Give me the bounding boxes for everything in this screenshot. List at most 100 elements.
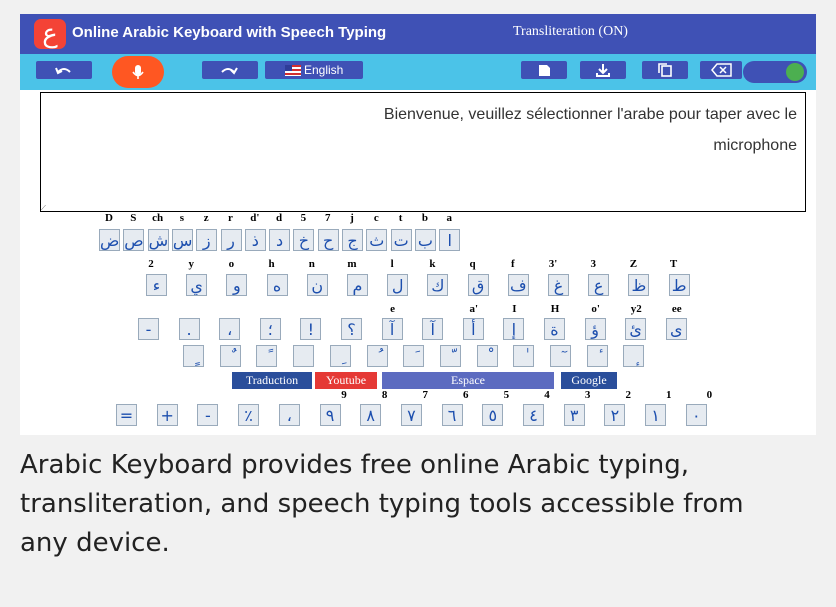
keyboard-key[interactable]: ٓ xyxy=(550,345,571,367)
youtube-button[interactable]: Youtube xyxy=(315,372,377,389)
keyboard-key[interactable]: ا xyxy=(439,229,461,251)
keyboard-key[interactable]: إ xyxy=(503,318,525,340)
keyboard-key[interactable]: ١ xyxy=(645,404,667,426)
keyboard-key[interactable]: ل xyxy=(387,274,409,296)
key-transliteration-label: D xyxy=(105,212,113,224)
keyboard-key[interactable]: ت xyxy=(390,229,412,251)
keyboard-key[interactable]: ن xyxy=(306,274,328,296)
keyboard-key[interactable]: ز xyxy=(196,229,218,251)
keyboard-key[interactable]: و xyxy=(226,274,248,296)
keyboard-key[interactable]: َ xyxy=(403,345,425,367)
keyboard-key[interactable]: - xyxy=(138,318,159,340)
keyboard-key[interactable]: ٌ xyxy=(219,345,241,367)
keyboard-key[interactable]: ٰ xyxy=(513,345,535,367)
keyboard-key[interactable]: ْ xyxy=(476,345,498,367)
key-transliteration-label: k xyxy=(429,258,436,270)
keyboard-key[interactable]: - xyxy=(197,404,219,426)
keyboard-key[interactable]: ث xyxy=(366,229,388,251)
new-file-icon xyxy=(539,65,550,76)
undo-button[interactable] xyxy=(36,61,92,79)
keyboard-key[interactable]: ظ xyxy=(628,274,650,296)
keyboard-key[interactable]: ق xyxy=(467,274,489,296)
keyboard-key[interactable]: آ xyxy=(381,318,403,340)
microphone-button[interactable] xyxy=(112,56,164,88)
keyboard-key[interactable]: ى xyxy=(665,318,687,340)
keyboard-key[interactable]: ً xyxy=(256,345,278,367)
keyboard-key[interactable]: ش xyxy=(147,229,169,251)
keyboard-key[interactable]: ص xyxy=(123,229,145,251)
keyboard-key[interactable]: د xyxy=(269,229,291,251)
site-logo[interactable]: ع xyxy=(34,19,66,49)
keyboard-key[interactable]: ٪ xyxy=(238,404,260,426)
download-button[interactable] xyxy=(580,61,626,79)
keyboard-key[interactable]: ئ xyxy=(625,318,647,340)
title-bar: ع Online Arabic Keyboard with Speech Typ… xyxy=(20,14,816,54)
keyboard-key[interactable]: س xyxy=(171,229,193,251)
transliteration-status[interactable]: Transliteration (ON) xyxy=(513,24,628,40)
keyboard-key[interactable]: ! xyxy=(300,318,322,340)
keyboard-key[interactable]: آ xyxy=(422,318,444,340)
keyboard-key[interactable]: ٠ xyxy=(685,404,707,426)
keyboard-key[interactable]: ٦ xyxy=(441,404,463,426)
keyboard-key[interactable]: خ xyxy=(293,229,315,251)
keyboard-key[interactable]: ة xyxy=(544,318,565,340)
space-key[interactable]: Espace xyxy=(382,372,554,389)
keyboard-key[interactable]: ٥ xyxy=(482,404,504,426)
keyboard-key[interactable]: ف xyxy=(507,274,529,296)
keyboard-key[interactable]: ء xyxy=(146,274,167,296)
keyboard-key[interactable]: غ xyxy=(548,274,569,296)
keyboard-key[interactable]: ٢ xyxy=(604,404,626,426)
keyboard-key[interactable]: . xyxy=(178,318,200,340)
download-icon xyxy=(596,64,610,77)
keyboard-key[interactable]: = xyxy=(116,404,137,426)
keyboard-key[interactable]: ٍ xyxy=(183,345,204,367)
keyboard-key[interactable]: ه xyxy=(266,274,288,296)
keyboard-key[interactable]: ي xyxy=(186,274,208,296)
keyboard-key[interactable]: م xyxy=(347,274,368,296)
language-button[interactable]: English xyxy=(265,61,363,79)
keyboard-key[interactable]: ع xyxy=(588,274,610,296)
keyboard-key[interactable]: ح xyxy=(317,229,339,251)
key-transliteration-label: 3 xyxy=(584,389,591,401)
resize-grip-icon[interactable]: ⟋ xyxy=(41,205,49,212)
keyboard-key[interactable]: ؟ xyxy=(341,318,362,340)
keyboard-key[interactable] xyxy=(293,345,315,367)
key-transliteration-label: q xyxy=(469,258,476,270)
toggle-switch[interactable] xyxy=(743,61,807,83)
key-transliteration-label: a xyxy=(446,212,452,224)
key-transliteration-label: H xyxy=(550,303,560,315)
keyboard-key[interactable]: ُ xyxy=(366,345,388,367)
copy-button[interactable] xyxy=(642,61,688,79)
keyboard-key[interactable]: ٩ xyxy=(319,404,341,426)
keyboard-key[interactable]: ٤ xyxy=(523,404,544,426)
key-transliteration-label: c xyxy=(373,212,379,224)
keyboard-key[interactable]: ط xyxy=(668,274,690,296)
key-transliteration-label: r xyxy=(228,212,233,224)
keyboard-key[interactable]: ر xyxy=(220,229,242,251)
keyboard-key[interactable]: ٧ xyxy=(400,404,422,426)
language-label: English xyxy=(303,63,344,77)
text-editor[interactable]: Bienvenue, veuillez sélectionner l'arabe… xyxy=(40,92,806,212)
keyboard-key[interactable]: ك xyxy=(427,274,449,296)
keyboard-key[interactable]: ض xyxy=(99,229,120,251)
keyboard-key[interactable]: ؤ xyxy=(584,318,606,340)
keyboard-key[interactable]: ٕ xyxy=(623,345,645,367)
keyboard-key[interactable]: ٨ xyxy=(360,404,382,426)
keyboard-key[interactable]: ب xyxy=(414,229,436,251)
keyboard-key[interactable]: ج xyxy=(342,229,363,251)
new-file-button[interactable] xyxy=(521,61,567,79)
keyboard-key[interactable]: ، xyxy=(278,404,300,426)
redo-button[interactable] xyxy=(202,61,258,79)
keyboard-key[interactable]: ذ xyxy=(244,229,266,251)
keyboard-key[interactable]: ّ xyxy=(439,345,461,367)
keyboard-key[interactable]: ٣ xyxy=(563,404,585,426)
keyboard-key[interactable]: ٔ xyxy=(586,345,608,367)
translate-button[interactable]: Traduction xyxy=(232,372,312,389)
keyboard-key[interactable]: أ xyxy=(462,318,484,340)
backspace-button[interactable] xyxy=(700,61,742,79)
keyboard-key[interactable]: ، xyxy=(219,318,241,340)
google-button[interactable]: Google xyxy=(561,372,617,389)
keyboard-key[interactable]: ؛ xyxy=(259,318,281,340)
keyboard-key[interactable]: + xyxy=(156,404,178,426)
keyboard-key[interactable]: ِ xyxy=(329,345,351,367)
